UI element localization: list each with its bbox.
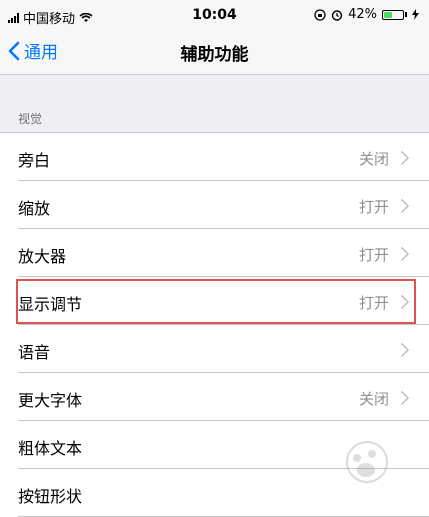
section-header: 视觉 (18, 112, 43, 126)
chevron-right-icon (401, 150, 409, 169)
row-label: 旁白 (18, 151, 51, 170)
row-label: 按钮形状 (18, 487, 83, 506)
settings-row[interactable]: 语音 (0, 325, 429, 373)
settings-row[interactable]: 缩放 打开 (0, 181, 429, 229)
row-label: 更大字体 (18, 391, 83, 410)
page-title: 辅助功能 (180, 45, 249, 65)
battery-cap (405, 12, 407, 17)
settings-row[interactable]: 放大器 打开 (0, 229, 429, 277)
watermark-logo (312, 440, 422, 500)
battery-fill (384, 11, 392, 18)
row-label: 放大器 (18, 247, 67, 266)
row-label: 粗体文本 (18, 439, 83, 458)
row-value: 关闭 (358, 150, 389, 168)
row-label: 语音 (18, 343, 51, 362)
status-bar: 中国移动 10:04 42% (0, 0, 429, 30)
navigation-bar: 通用 辅助功能 (0, 30, 429, 75)
chevron-right-icon (401, 342, 409, 361)
chevron-right-icon (401, 390, 409, 409)
row-label: 显示调节 (18, 295, 83, 314)
chevron-right-icon (401, 294, 409, 313)
lock-rotation-icon (314, 8, 326, 21)
chevron-right-icon (401, 198, 409, 217)
settings-row[interactable]: 旁白 关闭 (0, 133, 429, 181)
row-label: 缩放 (18, 199, 51, 218)
row-value: 关闭 (358, 390, 389, 408)
status-right: 42% (314, 7, 419, 22)
battery-icon (382, 9, 404, 20)
row-value: 打开 (358, 198, 389, 216)
settings-row[interactable]: 显示调节 打开 (0, 277, 429, 325)
charging-icon (412, 9, 419, 20)
row-value: 打开 (358, 246, 389, 264)
battery-percent: 42% (348, 7, 377, 22)
settings-row[interactable]: 更大字体 关闭 (0, 373, 429, 421)
chevron-right-icon (401, 246, 409, 265)
row-value: 打开 (358, 294, 389, 312)
alarm-icon (331, 9, 343, 21)
